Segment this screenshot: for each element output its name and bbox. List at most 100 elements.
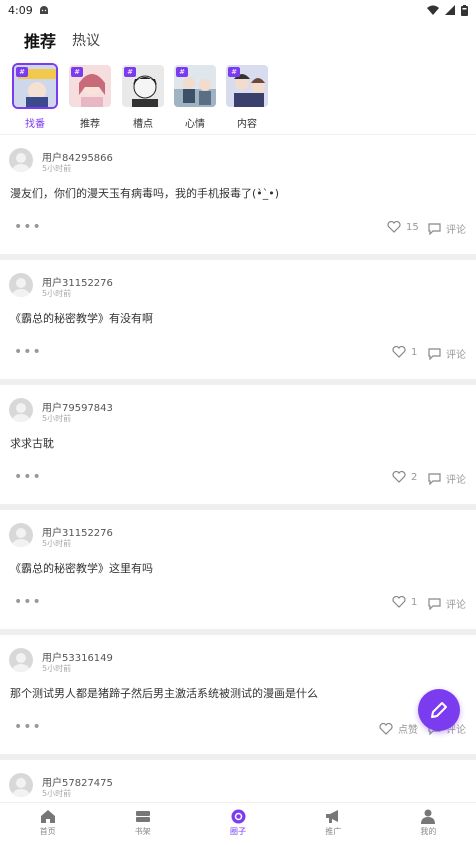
topic-tag-icon: # [124, 67, 136, 77]
post-card[interactable]: 用户31152276 5小时前 《霸总的秘密教学》这里有吗 ••• 1 评论 [0, 510, 476, 629]
pencil-icon [431, 702, 447, 718]
post-card[interactable]: 用户53316149 5小时前 那个测试男人都是猪蹄子然后男主激活系统被测试的漫… [0, 635, 476, 754]
like-button[interactable]: 点赞 [379, 721, 418, 736]
heart-icon [392, 596, 406, 608]
like-count: 点赞 [398, 725, 418, 736]
avatar[interactable] [9, 398, 33, 422]
like-count: 1 [411, 346, 418, 358]
topic-label: 内容 [237, 119, 257, 130]
topic-label: 槽点 [133, 119, 153, 130]
post-time: 5小时前 [42, 539, 72, 548]
post-time: 5小时前 [42, 414, 72, 423]
top-tab-bar: 推荐 热议 [0, 20, 476, 68]
post-time: 5小时前 [42, 664, 72, 673]
tab-hot-discussion[interactable]: 热议 [72, 30, 100, 50]
comment-icon [428, 222, 441, 235]
topic-item-find[interactable]: # 找番 [12, 63, 58, 130]
comment-button[interactable]: 评论 [428, 471, 466, 486]
megaphone-icon [326, 810, 339, 823]
like-button[interactable]: 1 [392, 596, 417, 608]
nav-label: 圈子 [230, 827, 246, 836]
nav-label: 书架 [134, 827, 151, 836]
home-icon [40, 810, 55, 823]
topic-tag-icon: # [16, 67, 28, 77]
comment-icon [428, 597, 441, 610]
post-card[interactable]: 用户31152276 5小时前 《霸总的秘密教学》有没有啊 ••• 1 评论 [0, 260, 476, 379]
wifi-icon [427, 5, 439, 15]
topic-label: 推荐 [80, 119, 100, 130]
like-button[interactable]: 15 [387, 221, 419, 233]
compose-post-button[interactable] [418, 689, 460, 731]
like-button[interactable]: 2 [392, 471, 417, 483]
tab-recommend[interactable]: 推荐 [24, 28, 56, 52]
status-time: 4:09 [8, 3, 33, 17]
nav-item-mine[interactable]: 我的 [381, 803, 476, 846]
post-username[interactable]: 用户84295866 [42, 149, 113, 164]
topic-item-mood[interactable]: # 心情 [172, 63, 218, 130]
topic-thumbnail: # [12, 63, 58, 109]
signal-icon [445, 5, 455, 15]
post-username[interactable]: 用户31152276 [42, 524, 113, 539]
post-card[interactable]: 用户57827475 5小时前 [0, 760, 476, 802]
nav-label: 我的 [420, 827, 437, 836]
post-content[interactable]: 那个测试男人都是猪蹄子然后男主激活系统被测试的漫画是什么 [10, 685, 318, 701]
post-username[interactable]: 用户57827475 [42, 774, 113, 789]
post-username[interactable]: 用户31152276 [42, 274, 113, 289]
post-content[interactable]: 求求古耽 [10, 435, 54, 451]
nav-item-circle[interactable]: 圈子 [190, 803, 285, 846]
heart-icon [392, 346, 406, 358]
post-card[interactable]: 用户84295866 5小时前 漫友们，你们的漫天玉有病毒吗，我的手机报毒了(•… [0, 135, 476, 254]
comment-button[interactable]: 评论 [428, 346, 466, 361]
like-button[interactable]: 1 [392, 346, 417, 358]
bookshelf-icon [135, 811, 150, 822]
post-content[interactable]: 《霸总的秘密教学》这里有吗 [10, 560, 153, 576]
post-content[interactable]: 《霸总的秘密教学》有没有啊 [10, 310, 153, 326]
topic-item-complaint[interactable]: # 槽点 [120, 63, 166, 130]
topic-tag-icon: # [228, 67, 240, 77]
avatar[interactable] [9, 523, 33, 547]
comment-icon [428, 347, 441, 360]
topic-item-recommend[interactable]: # 推荐 [67, 63, 113, 130]
topic-label: 找番 [25, 119, 45, 130]
nav-item-home[interactable]: 首页 [0, 803, 95, 846]
more-options-icon[interactable]: ••• [14, 719, 42, 735]
post-time: 5小时前 [42, 789, 72, 798]
topic-item-content[interactable]: # 内容 [224, 63, 270, 130]
post-time: 5小时前 [42, 289, 72, 298]
post-username[interactable]: 用户53316149 [42, 649, 113, 664]
more-options-icon[interactable]: ••• [14, 469, 42, 485]
nav-item-bookshelf[interactable]: 书架 [95, 803, 190, 846]
avatar[interactable] [9, 648, 33, 672]
bottom-navigation: 首页 书架 圈子 推广 我的 [0, 802, 476, 846]
topic-thumbnail: # [172, 63, 218, 109]
heart-icon [387, 221, 401, 233]
user-icon [421, 809, 436, 824]
avatar[interactable] [9, 148, 33, 172]
nav-item-promotion[interactable]: 推广 [286, 803, 381, 846]
topic-label: 心情 [185, 119, 205, 130]
nav-label: 首页 [39, 827, 56, 836]
post-content[interactable]: 漫友们，你们的漫天玉有病毒吗，我的手机报毒了(•̀_̀•) [10, 185, 279, 201]
topic-tag-icon: # [176, 67, 188, 77]
comment-label: 评论 [446, 225, 466, 236]
comment-button[interactable]: 评论 [428, 221, 466, 236]
battery-icon [461, 4, 468, 16]
post-username[interactable]: 用户79597843 [42, 399, 113, 414]
more-options-icon[interactable]: ••• [14, 594, 42, 610]
more-options-icon[interactable]: ••• [14, 344, 42, 360]
comment-icon [428, 472, 441, 485]
avatar[interactable] [9, 273, 33, 297]
post-time: 5小时前 [42, 164, 72, 173]
like-count: 15 [406, 221, 419, 233]
circle-icon [231, 809, 245, 824]
comment-button[interactable]: 评论 [428, 596, 466, 611]
comment-label: 评论 [446, 600, 466, 611]
comment-label: 评论 [446, 350, 466, 361]
android-icon [39, 5, 48, 14]
more-options-icon[interactable]: ••• [14, 219, 42, 235]
comment-label: 评论 [446, 475, 466, 486]
post-card[interactable]: 用户79597843 5小时前 求求古耽 ••• 2 评论 [0, 385, 476, 504]
like-count: 1 [411, 596, 418, 608]
topic-row: # 找番 # 推荐 # 槽点 # 心情 # 内容 [0, 58, 476, 134]
avatar[interactable] [9, 773, 33, 797]
